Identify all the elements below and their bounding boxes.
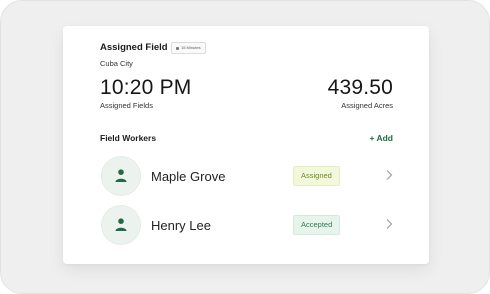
worker-name: Maple Grove xyxy=(151,169,226,184)
add-worker-button[interactable]: + Add xyxy=(369,133,393,143)
person-icon xyxy=(115,169,127,182)
device-frame: Assigned Field 15 Minutes Cuba City 10:2… xyxy=(0,0,490,294)
person-icon xyxy=(115,218,127,231)
time-chip-label: 15 Minutes xyxy=(181,45,201,50)
avatar xyxy=(101,205,141,245)
acres-label: Assigned Acres xyxy=(341,101,393,110)
field-workers-heading: Field Workers xyxy=(100,133,157,143)
avatar xyxy=(101,156,141,196)
time-value: 10:20 PM xyxy=(100,76,192,99)
worker-row[interactable]: Henry Lee Accepted xyxy=(100,205,394,245)
status-badge: Accepted xyxy=(293,215,341,235)
time-label: Assigned Fields xyxy=(100,101,153,110)
chevron-right-icon[interactable] xyxy=(384,218,394,230)
chevron-right-icon[interactable] xyxy=(384,169,394,181)
worker-row[interactable]: Maple Grove Assigned xyxy=(100,156,394,196)
clock-icon xyxy=(176,46,179,50)
worker-name: Henry Lee xyxy=(151,218,211,233)
time-chip: 15 Minutes xyxy=(171,42,206,54)
acres-value: 439.50 xyxy=(327,76,393,99)
card-subtitle: Cuba City xyxy=(100,59,133,68)
assigned-field-card: Assigned Field 15 Minutes Cuba City 10:2… xyxy=(63,26,429,264)
card-title: Assigned Field xyxy=(100,42,168,53)
status-badge: Assigned xyxy=(293,166,340,186)
